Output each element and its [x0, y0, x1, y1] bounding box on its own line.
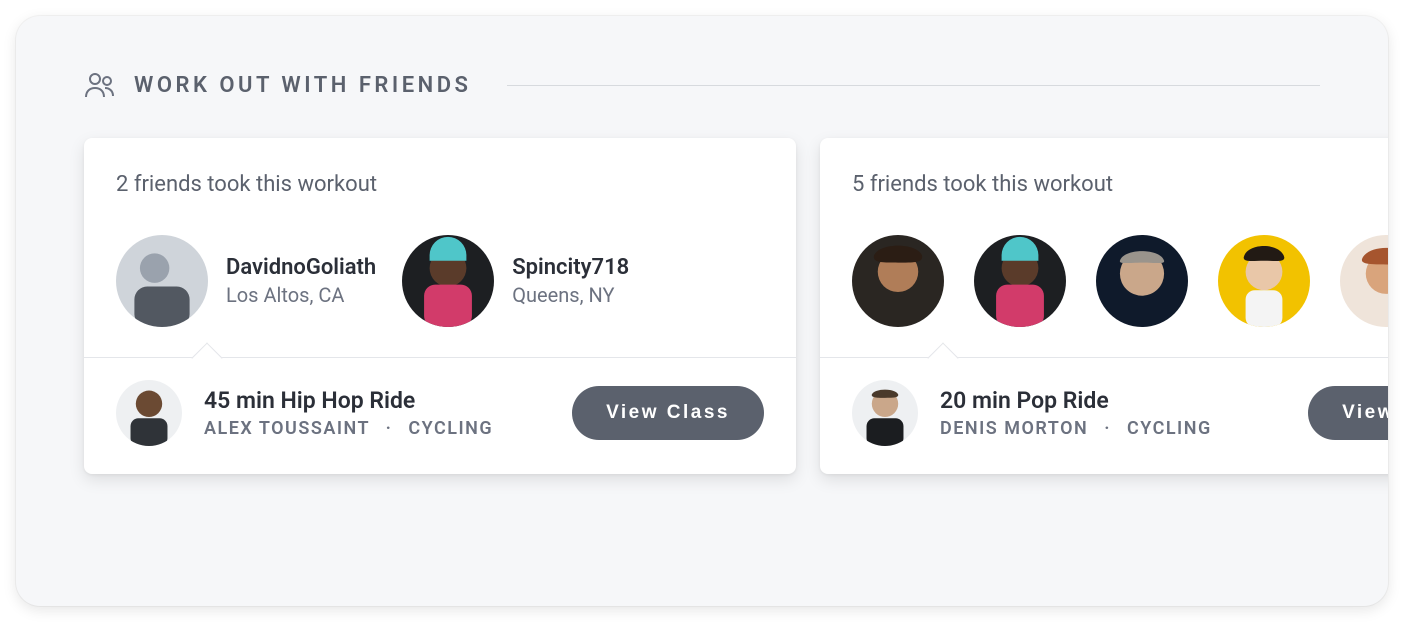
section-title: Work Out With Friends: [134, 73, 471, 98]
instructor-avatar: [852, 380, 918, 446]
friend-text: Spincity718 Queens, NY: [512, 254, 629, 308]
avatar[interactable]: [852, 235, 944, 327]
card-body: 5 friends took this workout: [820, 138, 1388, 357]
view-class-button[interactable]: View Class: [1308, 386, 1388, 440]
friends-count-text: 2 friends took this workout: [116, 172, 764, 197]
card-footer: 20 min Pop Ride Denis Morton · Cycling V…: [820, 357, 1388, 474]
class-category: Cycling: [1127, 418, 1212, 439]
section-header: Work Out With Friends: [16, 72, 1388, 98]
header-rule: [507, 85, 1320, 86]
friend-location: Queens, NY: [512, 282, 629, 308]
avatar[interactable]: [974, 235, 1066, 327]
class-text: 20 min Pop Ride Denis Morton · Cycling: [940, 387, 1286, 439]
instructor-avatar: [116, 380, 182, 446]
friends-workout-panel: Work Out With Friends 2 friends took thi…: [16, 16, 1388, 606]
friend-name: DavidnoGoliath: [226, 254, 376, 282]
class-title: 20 min Pop Ride: [940, 387, 1286, 416]
avatar: [116, 235, 208, 327]
card-footer: 45 min Hip Hop Ride Alex Toussaint · Cyc…: [84, 357, 796, 474]
meta-separator: ·: [1104, 418, 1111, 439]
friends-icon: [84, 72, 116, 98]
friend-item[interactable]: Spincity718 Queens, NY: [402, 235, 629, 327]
friend-location: Los Altos, CA: [226, 282, 376, 308]
avatar: [402, 235, 494, 327]
workout-cards-row: 2 friends took this workout DavidnoGolia…: [16, 98, 1388, 474]
avatar[interactable]: [1096, 235, 1188, 327]
class-text: 45 min Hip Hop Ride Alex Toussaint · Cyc…: [204, 387, 550, 439]
instructor-name: Alex Toussaint: [204, 418, 370, 439]
workout-card[interactable]: 2 friends took this workout DavidnoGolia…: [84, 138, 796, 474]
avatar[interactable]: [1218, 235, 1310, 327]
class-title: 45 min Hip Hop Ride: [204, 387, 550, 416]
card-body: 2 friends took this workout DavidnoGolia…: [84, 138, 796, 357]
friend-name: Spincity718: [512, 254, 629, 282]
friend-item[interactable]: DavidnoGoliath Los Altos, CA: [116, 235, 376, 327]
view-class-button[interactable]: View Class: [572, 386, 764, 440]
friends-count-text: 5 friends took this workout: [852, 172, 1388, 197]
class-category: Cycling: [408, 418, 493, 439]
friends-row: DavidnoGoliath Los Altos, CA Spincity718…: [116, 235, 764, 327]
meta-separator: ·: [386, 418, 393, 439]
instructor-name: Denis Morton: [940, 418, 1088, 439]
workout-card[interactable]: 5 friends took this workout: [820, 138, 1388, 474]
class-meta: Alex Toussaint · Cycling: [204, 418, 550, 439]
friend-text: DavidnoGoliath Los Altos, CA: [226, 254, 376, 308]
class-meta: Denis Morton · Cycling: [940, 418, 1286, 439]
friends-row: [852, 235, 1388, 327]
avatar[interactable]: [1340, 235, 1388, 327]
